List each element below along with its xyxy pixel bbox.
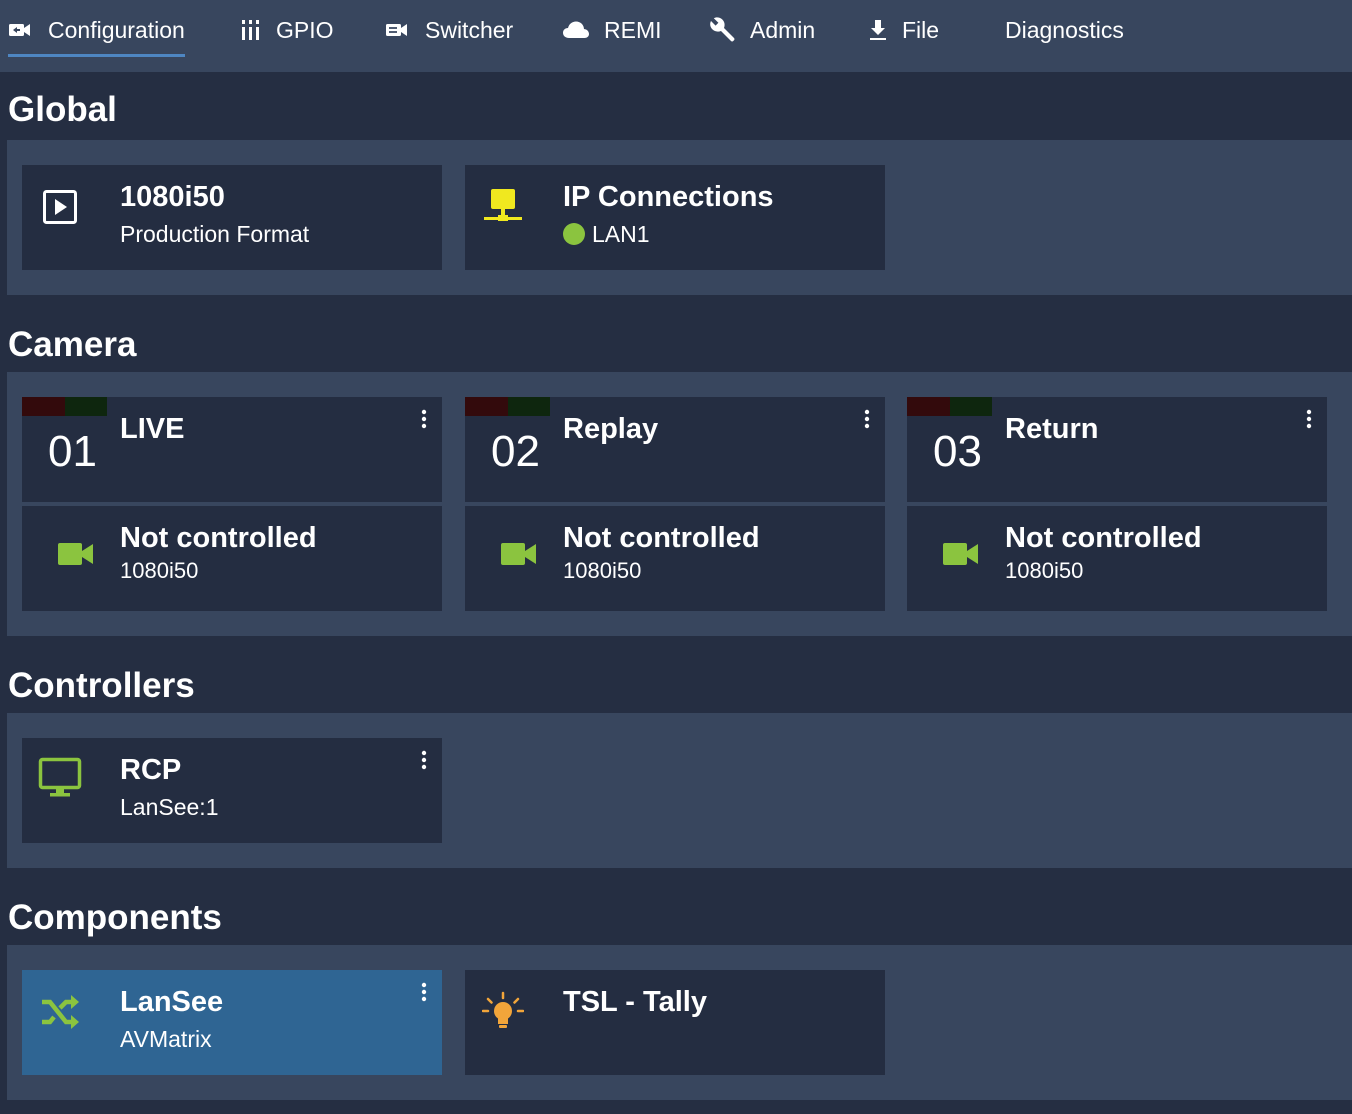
camera-number: 01	[48, 427, 97, 476]
nav-tab-label: File	[902, 16, 940, 43]
nav-tab-diagnostics[interactable]: Diagnostics	[1005, 0, 1124, 60]
video-camera-icon	[54, 532, 98, 576]
connection-status: LAN1	[563, 221, 650, 248]
nav-tab-label: Diagnostics	[1005, 16, 1124, 43]
shuffle-icon	[38, 990, 82, 1034]
more-options-icon[interactable]	[1301, 407, 1317, 431]
more-options-icon[interactable]	[416, 980, 432, 1004]
camera-number: 03	[933, 427, 982, 476]
card-title: RCP	[120, 754, 182, 786]
camera-name: Replay	[563, 413, 659, 445]
wrench-icon	[710, 17, 736, 43]
camera-card-03[interactable]: 03 Return	[907, 397, 1327, 502]
cloud-icon	[562, 20, 590, 40]
video-camera-icon	[939, 532, 983, 576]
video-format: 1080i50	[120, 558, 199, 583]
card-subtitle: AVMatrix	[120, 1026, 212, 1052]
camera-card-02[interactable]: 02 Replay	[465, 397, 885, 502]
camera-number: 02	[491, 427, 540, 476]
monitor-icon	[38, 756, 82, 800]
download-icon	[868, 19, 888, 41]
card-title: IP Connections	[563, 181, 774, 213]
camera-panel: 01 LIVE Not controlled 1080i50 02 Replay…	[7, 372, 1352, 636]
section-title-camera: Camera	[8, 325, 137, 364]
connection-name: LAN1	[592, 221, 650, 247]
nav-tab-configuration[interactable]: Configuration	[8, 0, 185, 60]
nav-tab-gpio[interactable]: GPIO	[240, 0, 334, 60]
card-title: 1080i50	[120, 181, 225, 213]
section-title-global: Global	[8, 90, 117, 129]
tally-red-indicator	[465, 397, 508, 416]
section-title-components: Components	[8, 898, 222, 937]
camera-control-card-03[interactable]: Not controlled 1080i50	[907, 506, 1327, 611]
production-format-card[interactable]: 1080i50 Production Format	[22, 165, 442, 270]
camera-name: Return	[1005, 413, 1099, 445]
more-options-icon[interactable]	[859, 407, 875, 431]
rcp-controller-card[interactable]: RCP LanSee:1	[22, 738, 442, 843]
more-options-icon[interactable]	[416, 748, 432, 772]
card-subtitle: Production Format	[120, 221, 310, 247]
card-subtitle: LanSee:1	[120, 794, 219, 820]
network-icon	[481, 185, 525, 229]
global-panel: 1080i50 Production Format IP Connections…	[7, 140, 1352, 295]
status-dot-online	[563, 223, 585, 245]
tsl-tally-component-card[interactable]: TSL - Tally	[465, 970, 885, 1075]
nav-tab-file[interactable]: File	[868, 0, 939, 60]
tally-green-indicator	[508, 397, 550, 416]
nav-tab-switcher[interactable]: Switcher	[385, 0, 513, 60]
nav-tab-label: Admin	[750, 16, 816, 43]
tally-green-indicator	[65, 397, 107, 416]
more-options-icon[interactable]	[416, 407, 432, 431]
card-title: TSL - Tally	[563, 986, 707, 1018]
video-camera-icon	[497, 532, 541, 576]
camera-switch-icon	[8, 21, 34, 39]
control-status: Not controlled	[120, 522, 317, 554]
tally-red-indicator	[22, 397, 65, 416]
nav-tab-remi[interactable]: REMI	[562, 0, 662, 60]
lansee-component-card[interactable]: LanSee AVMatrix	[22, 970, 442, 1075]
control-status: Not controlled	[1005, 522, 1202, 554]
nav-tab-admin[interactable]: Admin	[710, 0, 815, 60]
camera-control-card-01[interactable]: Not controlled 1080i50	[22, 506, 442, 611]
card-title: LanSee	[120, 986, 224, 1018]
tally-red-indicator	[907, 397, 950, 416]
camera-name: LIVE	[120, 413, 185, 445]
nav-tab-label: Switcher	[425, 16, 514, 43]
nav-tab-label: REMI	[604, 16, 662, 43]
top-navigation: Configuration GPIO Switcher REMI Admin F…	[0, 0, 1352, 72]
components-panel: LanSee AVMatrix TSL - Tally	[7, 945, 1352, 1100]
controllers-panel: RCP LanSee:1	[7, 713, 1352, 868]
control-status: Not controlled	[563, 522, 760, 554]
tally-green-indicator	[950, 397, 992, 416]
camera-card-01[interactable]: 01 LIVE	[22, 397, 442, 502]
ip-connections-card[interactable]: IP Connections LAN1	[465, 165, 885, 270]
lightbulb-icon	[481, 990, 525, 1034]
video-format: 1080i50	[563, 558, 642, 583]
nav-tab-label: Configuration	[48, 16, 185, 43]
gpio-icon	[240, 19, 262, 41]
section-title-controllers: Controllers	[8, 666, 195, 705]
play-box-icon	[38, 185, 82, 229]
video-format: 1080i50	[1005, 558, 1084, 583]
camera-control-card-02[interactable]: Not controlled 1080i50	[465, 506, 885, 611]
switcher-icon	[385, 21, 411, 39]
nav-tab-label: GPIO	[276, 16, 334, 43]
